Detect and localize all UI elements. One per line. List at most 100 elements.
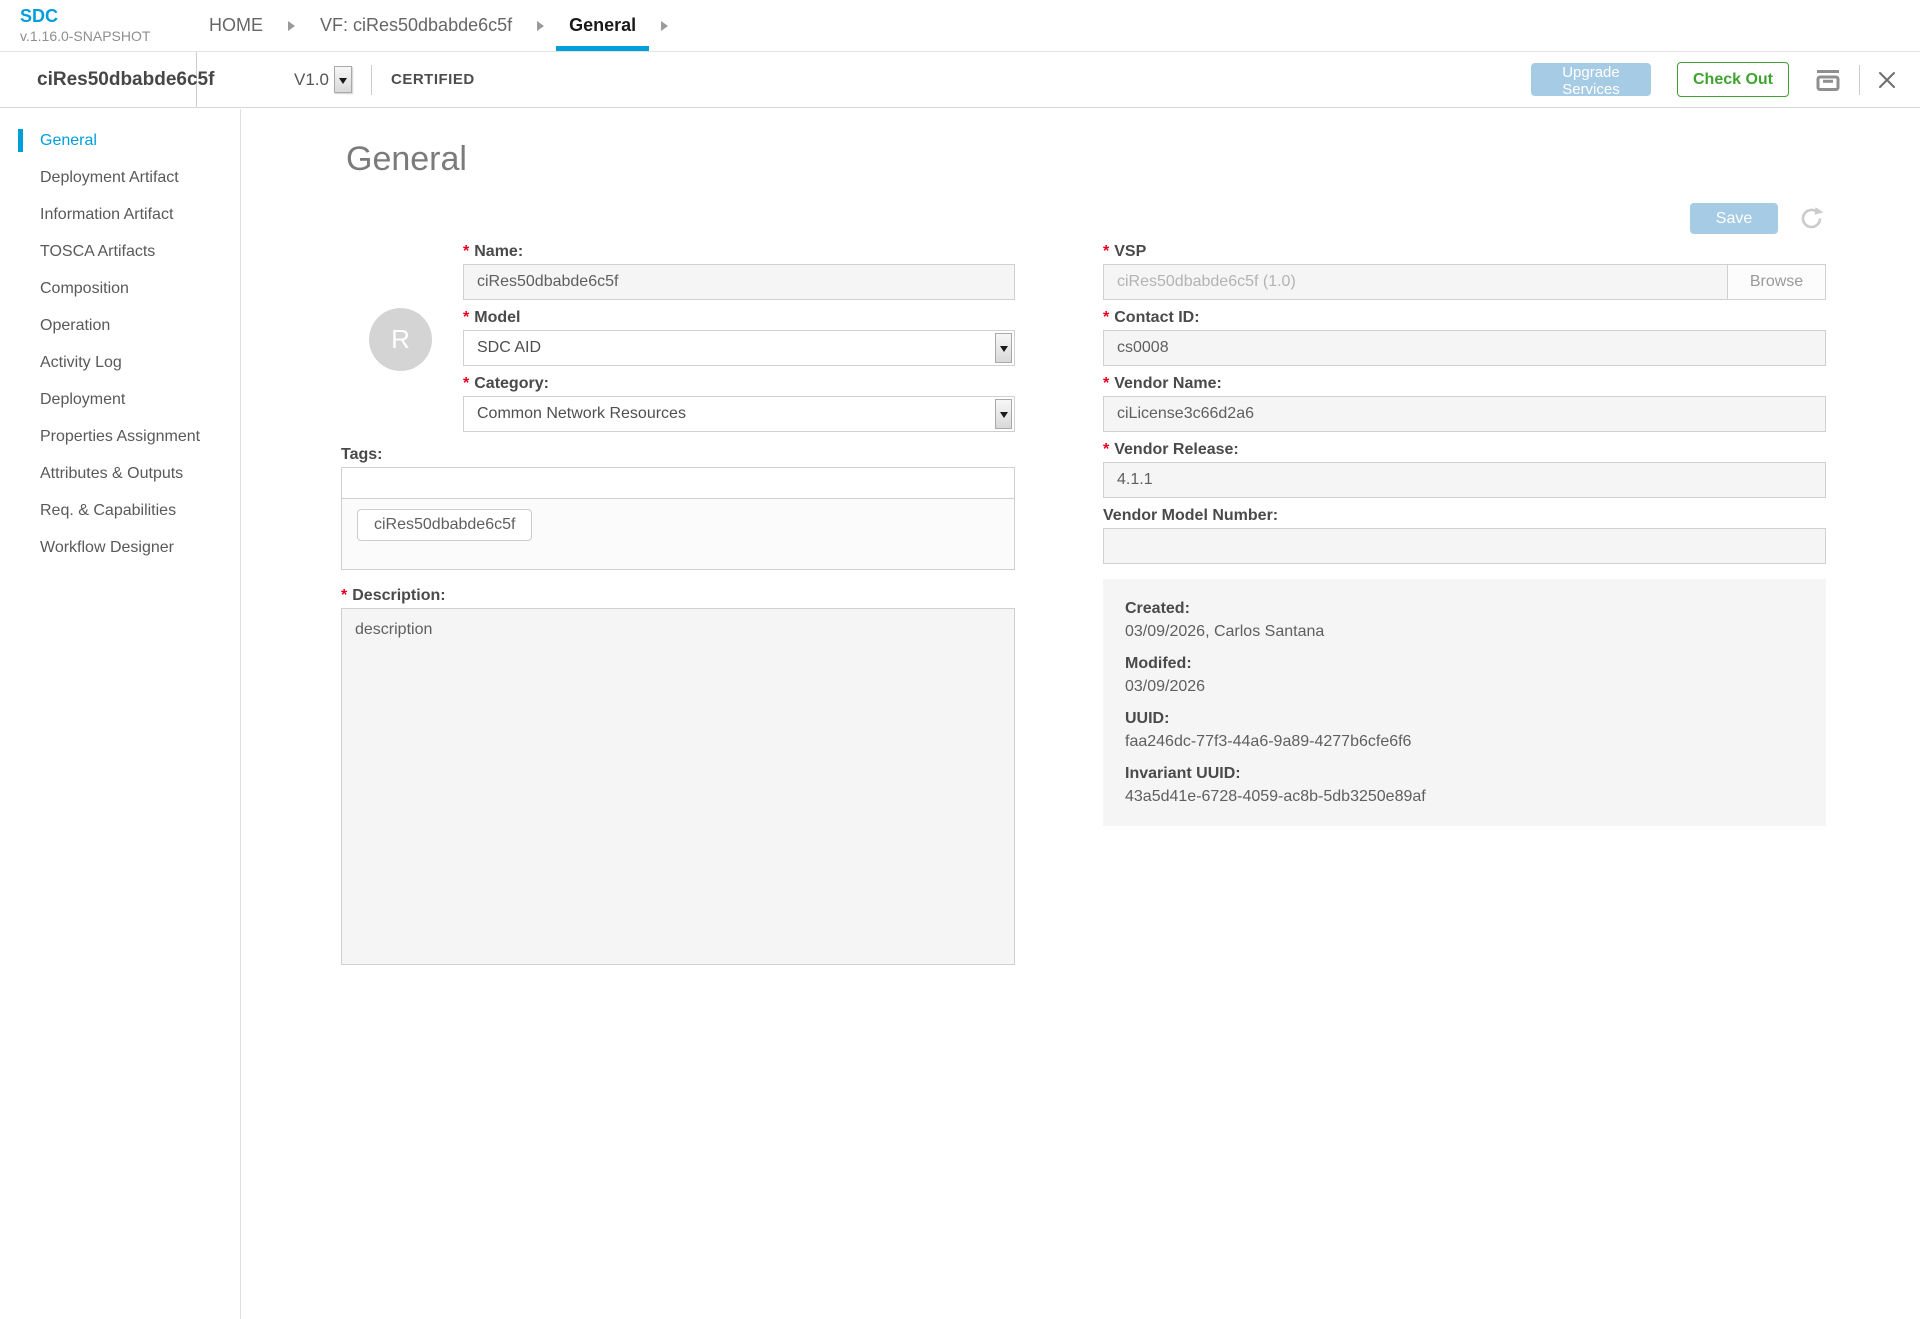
required-marker: * [463, 375, 470, 392]
tags-label: Tags: [341, 446, 383, 463]
sidebar-item-information-artifact[interactable]: Information Artifact [0, 196, 240, 233]
tags-field-group: Tags: ciRes50dbabde6c5f [341, 445, 1015, 570]
meta-uuid: UUID: faa246dc-77f3-44a6-9a89-4277b6cfe6… [1125, 707, 1804, 753]
description-label: * Description: [341, 587, 446, 604]
sidebar-item-composition[interactable]: Composition [0, 270, 240, 307]
sidebar-item-label: Attributes & Outputs [40, 464, 184, 482]
active-tab-underline [556, 46, 650, 51]
required-marker: * [341, 587, 348, 604]
general-form: R *Name: *Model SDC AID *Category: [341, 242, 1826, 965]
required-marker: * [1103, 309, 1110, 326]
description-field-group: * Description: description [341, 586, 1015, 965]
sidebar-item-attributes-outputs[interactable]: Attributes & Outputs [0, 455, 240, 492]
page-title: General [346, 140, 467, 178]
contact-id-field-group: * Contact ID: [1103, 308, 1826, 366]
status-badge: CERTIFIED [390, 71, 475, 88]
sidebar-item-label: TOSCA Artifacts [40, 242, 156, 260]
brand-name: SDC [20, 6, 59, 26]
model-field-group: * Model SDC AID [463, 308, 1015, 366]
tags-container: ciRes50dbabde6c5f [341, 467, 1015, 570]
version-select[interactable]: V1.0 [294, 66, 352, 93]
sidebar-item-workflow-designer[interactable]: Workflow Designer [0, 529, 240, 566]
meta-value: 43a5d41e-6728-4059-ac8b-5db3250e89af [1125, 788, 1426, 805]
name-field-group: * Name: [463, 242, 1015, 300]
sidebar: General Deployment Artifact Information … [0, 109, 241, 1319]
vsp-input[interactable] [1103, 264, 1727, 300]
tab-general[interactable]: General [556, 0, 650, 51]
name-label: * Name: [463, 243, 524, 260]
meta-created: Created: 03/09/2026, Carlos Santana [1125, 597, 1804, 643]
meta-label: Invariant UUID: [1125, 765, 1241, 782]
sidebar-item-label: Composition [40, 279, 129, 297]
meta-label: Modifed: [1125, 655, 1192, 672]
sdc-logo[interactable]: SDC v.1.16.0-SNAPSHOT [20, 6, 150, 45]
breadcrumb-home[interactable]: HOME [196, 0, 276, 51]
main-content: General Save R * Name: ciRes50dbabde6c5f… [242, 109, 1920, 1319]
contact-id-label: * Contact ID: [1103, 309, 1200, 326]
category-field-group: * Category: Common Network Resources [463, 374, 1015, 432]
breadcrumb: HOME VF: ciRes50dbabde6c5f General [196, 0, 680, 51]
form-left-column: R *Name: *Model SDC AID *Category: [341, 242, 1015, 965]
meta-modified: Modifed: 03/09/2026 [1125, 652, 1804, 698]
description-textarea[interactable]: description [341, 608, 1015, 965]
browse-button[interactable]: Browse [1727, 264, 1826, 300]
avatar: R [369, 308, 432, 371]
category-label: * Category: [463, 375, 549, 392]
close-icon[interactable] [1876, 69, 1898, 91]
upgrade-services-button[interactable]: Upgrade Services [1530, 63, 1651, 98]
vendor-model-number-input[interactable] [1103, 528, 1826, 564]
required-marker: * [1103, 243, 1110, 260]
sidebar-item-label: Deployment [40, 390, 126, 408]
sidebar-item-general[interactable]: General [0, 122, 240, 159]
sidebar-item-tosca-artifacts[interactable]: TOSCA Artifacts [0, 233, 240, 270]
dropdown-arrow-icon [333, 66, 352, 93]
entity-title: ciRes50dbabde6c5f [37, 68, 215, 90]
sidebar-item-activity-log[interactable]: Activity Log [0, 344, 240, 381]
sidebar-item-properties-assignment[interactable]: Properties Assignment [0, 418, 240, 455]
sidebar-item-operation[interactable]: Operation [0, 307, 240, 344]
meta-invariant-uuid: Invariant UUID: 43a5d41e-6728-4059-ac8b-… [1125, 762, 1804, 808]
sidebar-item-label: Activity Log [40, 353, 122, 371]
vendor-release-input[interactable] [1103, 462, 1826, 498]
tags-input[interactable] [342, 468, 1014, 499]
vendor-model-number-field-group: Vendor Model Number: [1103, 506, 1826, 564]
sidebar-item-label: Properties Assignment [40, 427, 201, 445]
chevron-right-icon [537, 20, 545, 31]
meta-value: faa246dc-77f3-44a6-9a89-4277b6cfe6f6 [1125, 733, 1412, 750]
sidebar-item-req-capabilities[interactable]: Req. & Capabilities [0, 492, 240, 529]
redo-icon[interactable] [1798, 205, 1825, 232]
tab-general-label: General [569, 15, 637, 35]
avatar-letter: R [391, 324, 410, 354]
vsp-field-group: *VSP Browse [1103, 242, 1826, 300]
check-out-button[interactable]: Check Out [1676, 62, 1789, 97]
vendor-name-input[interactable] [1103, 396, 1826, 432]
sidebar-item-label: Workflow Designer [40, 538, 174, 556]
chevron-right-icon [661, 20, 669, 31]
tag-chip[interactable]: ciRes50dbabde6c5f [357, 509, 533, 541]
form-right-column: *VSP Browse *Contact ID: *Vendor Name: *… [1103, 242, 1826, 965]
required-marker: * [1103, 375, 1110, 392]
active-indicator [18, 129, 23, 152]
vendor-model-number-label: Vendor Model Number: [1103, 507, 1279, 524]
vendor-release-label: * Vendor Release: [1103, 441, 1239, 458]
vsp-label: * VSP [1103, 243, 1147, 260]
sidebar-item-deployment[interactable]: Deployment [0, 381, 240, 418]
sidebar-item-deployment-artifact[interactable]: Deployment Artifact [0, 159, 240, 196]
archive-icon[interactable] [1813, 65, 1843, 95]
model-select[interactable]: SDC AID [463, 330, 1015, 366]
required-marker: * [1103, 441, 1110, 458]
sidebar-item-label: Req. & Capabilities [40, 501, 177, 519]
contact-id-input[interactable] [1103, 330, 1826, 366]
vendor-name-label: * Vendor Name: [1103, 375, 1222, 392]
name-input[interactable] [463, 264, 1015, 300]
save-button[interactable]: Save [1690, 203, 1778, 234]
breadcrumb-vf[interactable]: VF: ciRes50dbabde6c5f [307, 0, 525, 51]
entity-header: ciRes50dbabde6c5f [0, 52, 214, 107]
category-select[interactable]: Common Network Resources [463, 396, 1015, 432]
meta-value: 03/09/2026 [1125, 678, 1206, 695]
sidebar-item-label: General [40, 131, 97, 149]
entity-toolbar: ciRes50dbabde6c5f V1.0 CERTIFIED Upgrade… [0, 52, 1920, 108]
category-select-value: Common Network Resources [477, 405, 686, 422]
save-row: Save [341, 203, 1825, 234]
meta-label: Created: [1125, 600, 1190, 617]
